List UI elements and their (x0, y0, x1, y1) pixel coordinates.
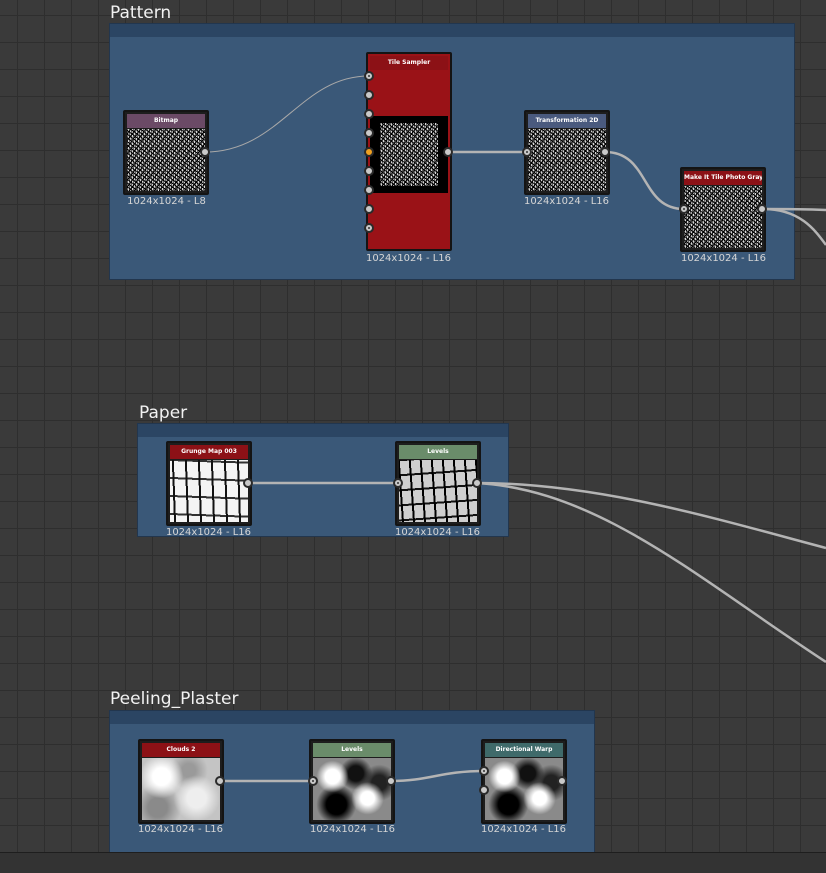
wire-levels-paper-out-1 (476, 481, 826, 550)
node-resolution: 1024x1024 - L16 (137, 824, 224, 835)
input-port[interactable] (364, 71, 374, 81)
node-header[interactable]: Tile Sampler (370, 56, 448, 70)
node-bitmap[interactable]: Bitmap (123, 110, 209, 195)
node-resolution: 1024x1024 - L16 (165, 527, 252, 538)
input-port[interactable] (364, 185, 374, 195)
node-resolution: 1024x1024 - L16 (365, 253, 452, 264)
node-thumbnail (313, 758, 391, 820)
input-port[interactable] (364, 166, 374, 176)
node-header[interactable]: Transformation 2D (528, 114, 606, 128)
node-thumbnail (170, 460, 248, 522)
node-resolution: 1024x1024 - L8 (127, 196, 206, 207)
output-port[interactable] (443, 147, 453, 157)
graph-status-bar (0, 852, 826, 873)
input-port[interactable] (364, 90, 374, 100)
wire-levels-paper-out-2 (476, 481, 826, 664)
input-port[interactable] (679, 204, 689, 214)
frame-header[interactable] (110, 24, 794, 37)
node-thumbnail (142, 758, 220, 820)
output-port[interactable] (200, 147, 210, 157)
node-resolution: 1024x1024 - L16 (480, 824, 567, 835)
node-header[interactable]: Levels (313, 743, 391, 757)
node-resolution: 1024x1024 - L16 (680, 253, 767, 264)
node-resolution: 1024x1024 - L16 (394, 527, 481, 538)
output-port[interactable] (600, 147, 610, 157)
node-thumbnail (399, 460, 477, 522)
input-port-active[interactable] (364, 147, 374, 157)
input-port[interactable] (522, 147, 532, 157)
node-header[interactable]: Clouds 2 (142, 743, 220, 757)
node-thumbnail (684, 186, 762, 248)
frame-title-pattern: Pattern (110, 3, 172, 23)
frame-header[interactable] (110, 711, 594, 724)
node-directional-warp[interactable]: Directional Warp (481, 739, 567, 824)
output-port[interactable] (757, 204, 767, 214)
node-header[interactable]: Directional Warp (485, 743, 563, 757)
node-resolution: 1024x1024 - L16 (523, 196, 610, 207)
input-port[interactable] (308, 776, 318, 786)
input-port[interactable] (393, 478, 403, 488)
frame-title-paper: Paper (139, 403, 188, 423)
node-levels-plaster[interactable]: Levels (309, 739, 395, 824)
frame-title-peeling-plaster: Peeling_Plaster (110, 689, 239, 709)
node-tile-sampler[interactable]: Tile Sampler (366, 52, 452, 251)
tile-pattern-preview (380, 123, 438, 186)
output-port[interactable] (557, 776, 567, 786)
node-header[interactable]: Grunge Map 003 (170, 445, 248, 459)
output-port[interactable] (386, 776, 396, 786)
node-header[interactable]: Levels (399, 445, 477, 459)
node-make-it-tile-photo-gray[interactable]: Make It Tile Photo Gray... (680, 167, 766, 252)
node-thumbnail (485, 758, 563, 820)
node-transformation-2d[interactable]: Transformation 2D (524, 110, 610, 195)
node-header[interactable]: Make It Tile Photo Gray... (684, 171, 762, 185)
node-grunge-map-003[interactable]: Grunge Map 003 (166, 441, 252, 526)
frame-header[interactable] (138, 424, 508, 437)
input-port[interactable] (479, 766, 489, 776)
node-thumbnail (528, 129, 606, 191)
input-port[interactable] (364, 128, 374, 138)
input-port[interactable] (479, 785, 489, 795)
node-clouds-2[interactable]: Clouds 2 (138, 739, 224, 824)
node-thumbnail (370, 116, 448, 193)
output-port[interactable] (472, 478, 482, 488)
input-port[interactable] (364, 223, 374, 233)
node-levels-paper[interactable]: Levels (395, 441, 481, 526)
node-thumbnail (127, 129, 205, 191)
input-port[interactable] (364, 204, 374, 214)
node-resolution: 1024x1024 - L16 (309, 824, 396, 835)
input-port[interactable] (364, 109, 374, 119)
output-port[interactable] (215, 776, 225, 786)
node-header[interactable]: Bitmap (127, 114, 205, 128)
output-port[interactable] (243, 478, 253, 488)
